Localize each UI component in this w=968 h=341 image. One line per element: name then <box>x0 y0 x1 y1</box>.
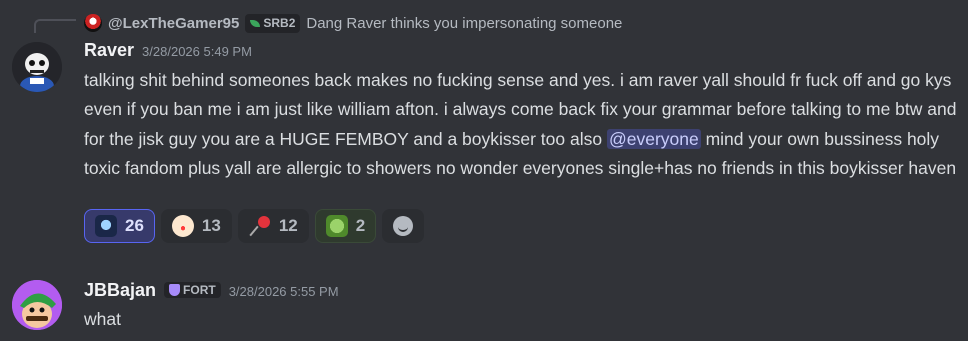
frog-icon <box>325 215 348 237</box>
timestamp[interactable]: 3/28/2026 5:49 PM <box>142 44 252 59</box>
reactions-bar: 26 13 12 2 <box>84 209 425 243</box>
reply-username[interactable]: @LexTheGamer95 <box>108 15 239 32</box>
skull-icon <box>95 215 117 237</box>
reaction-clown[interactable]: 13 <box>160 209 232 243</box>
message-content: what <box>84 309 121 329</box>
reaction-frog[interactable]: 2 <box>314 209 377 243</box>
reaction-count: 26 <box>125 216 144 235</box>
avatar[interactable] <box>12 280 62 330</box>
add-reaction-button[interactable] <box>382 209 425 243</box>
reaction-count: 13 <box>201 216 221 235</box>
server-tag[interactable]: FORT <box>164 282 221 298</box>
reaction-count: 2 <box>355 216 366 235</box>
message-header: Raver 3/28/2026 5:49 PM <box>84 40 252 61</box>
username[interactable]: JBBajan <box>84 280 156 301</box>
timestamp[interactable]: 3/28/2026 5:55 PM <box>229 284 339 299</box>
reply-preview[interactable]: @LexTheGamer95 SRB2 Dang Raver thinks yo… <box>84 12 622 34</box>
reply-tag-label: SRB2 <box>263 16 296 30</box>
leaf-icon <box>250 19 261 27</box>
server-tag-label: FORT <box>183 283 216 297</box>
message-content: talking shit behind someones back makes … <box>84 66 964 184</box>
reaction-pushpin[interactable]: 12 <box>237 209 309 243</box>
everyone-mention[interactable]: @everyone <box>606 128 701 149</box>
smiley-icon <box>393 216 414 236</box>
reply-text[interactable]: Dang Raver thinks you impersonating some… <box>306 15 622 32</box>
reply-connector <box>34 19 76 33</box>
reaction-count: 12 <box>278 216 298 235</box>
reply-server-tag[interactable]: SRB2 <box>245 13 301 33</box>
username[interactable]: Raver <box>84 40 134 61</box>
shield-icon <box>169 284 181 296</box>
reply-avatar[interactable] <box>84 14 102 32</box>
clown-icon <box>171 215 194 237</box>
pushpin-icon <box>249 215 271 237</box>
avatar[interactable] <box>12 42 62 92</box>
message-header: JBBajan FORT 3/28/2026 5:55 PM <box>84 280 339 301</box>
avatar-image <box>12 280 62 330</box>
avatar-image <box>12 42 62 92</box>
reaction-skull[interactable]: 26 <box>84 209 155 243</box>
